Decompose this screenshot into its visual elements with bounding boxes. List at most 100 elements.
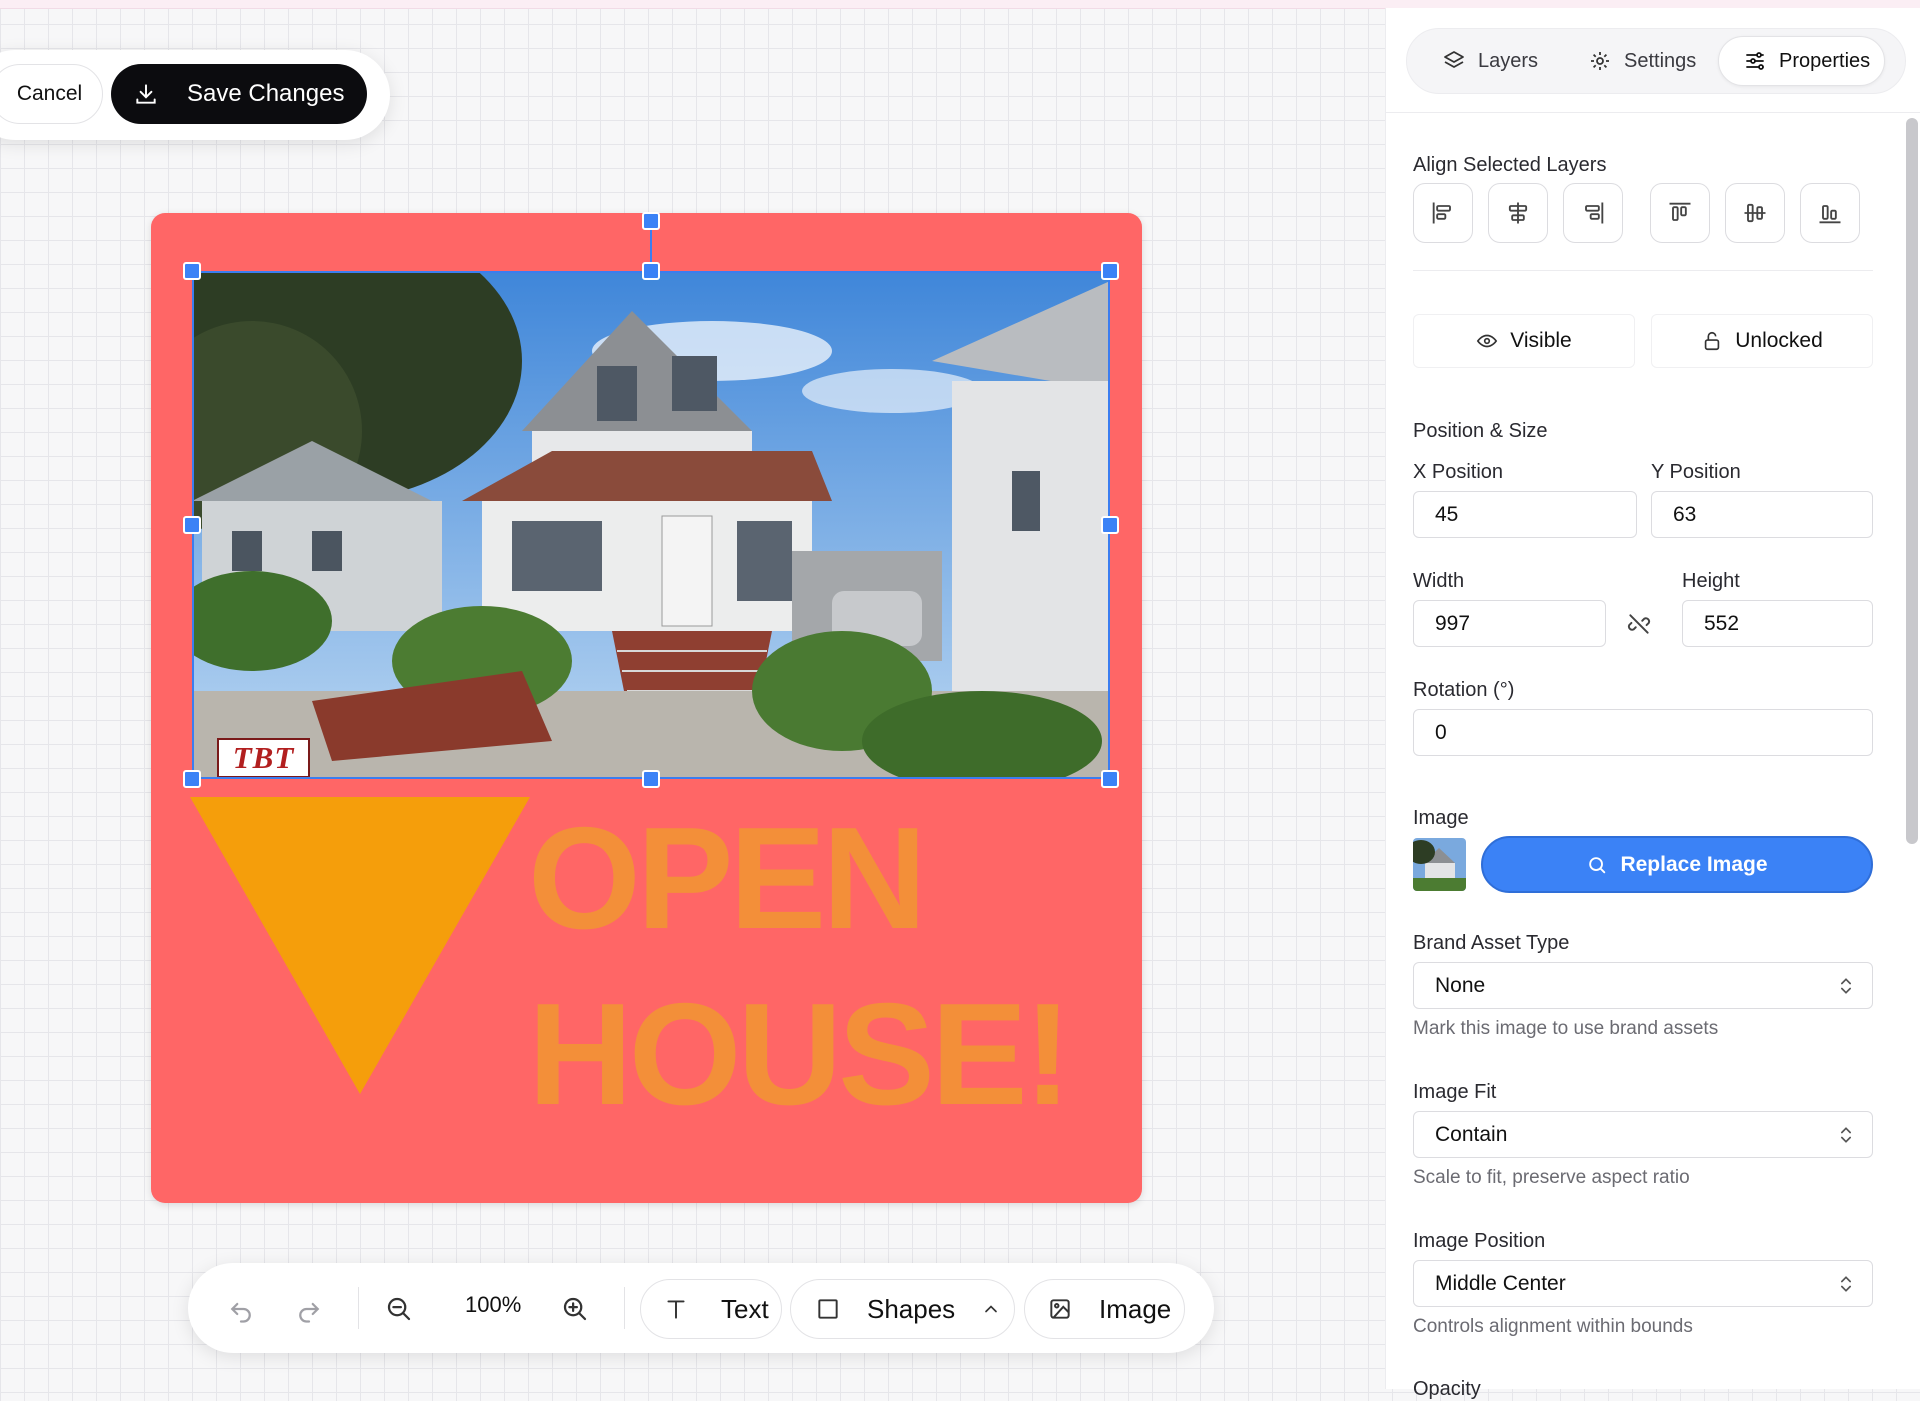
align-bottom-icon bbox=[1819, 205, 1841, 224]
sliders-icon bbox=[1746, 52, 1764, 70]
chevron-updown-icon bbox=[1841, 977, 1851, 994]
add-image-button[interactable]: Image bbox=[1024, 1279, 1185, 1339]
zoom-out-icon[interactable] bbox=[384, 1294, 414, 1324]
opacity-label: Opacity bbox=[1413, 1378, 1481, 1400]
lock-toggle[interactable]: Unlocked bbox=[1651, 314, 1873, 368]
align-top-icon bbox=[1669, 202, 1691, 221]
replace-image-button[interactable]: Replace Image bbox=[1481, 836, 1873, 893]
house-photo[interactable] bbox=[192, 271, 1110, 779]
rotation-label: Rotation (°) bbox=[1413, 679, 1515, 701]
image-fit-hint: Scale to fit, preserve aspect ratio bbox=[1413, 1167, 1690, 1188]
triangle-shape[interactable] bbox=[190, 797, 530, 1097]
layers-icon bbox=[1444, 51, 1464, 68]
image-thumbnail bbox=[1413, 838, 1466, 891]
image-position-hint: Controls alignment within bounds bbox=[1413, 1316, 1693, 1337]
y-position-label: Y Position bbox=[1651, 461, 1741, 483]
replace-image-label: Replace Image bbox=[1620, 852, 1768, 876]
tab-properties[interactable]: Properties bbox=[1718, 36, 1886, 86]
toolbar-divider bbox=[624, 1287, 625, 1329]
resize-handle-top-center[interactable] bbox=[642, 262, 660, 280]
align-left-button[interactable] bbox=[1413, 183, 1473, 243]
align-right-button[interactable] bbox=[1563, 183, 1623, 243]
visibility-toggle[interactable]: Visible bbox=[1413, 314, 1635, 368]
unlink-icon[interactable] bbox=[1626, 611, 1652, 637]
resize-handle-middle-right[interactable] bbox=[1101, 516, 1119, 534]
visible-label: Visible bbox=[1510, 329, 1572, 352]
align-bottom-button[interactable] bbox=[1800, 183, 1860, 243]
download-icon bbox=[136, 84, 156, 104]
image-fit-select[interactable]: Contain bbox=[1413, 1111, 1873, 1158]
unlock-icon bbox=[1704, 331, 1720, 351]
position-size-title: Position & Size bbox=[1413, 420, 1548, 442]
logo-text: TBT bbox=[232, 740, 295, 775]
tbt-logo: TBT bbox=[217, 738, 310, 778]
tab-properties-label: Properties bbox=[1779, 49, 1871, 72]
align-title: Align Selected Layers bbox=[1413, 154, 1607, 176]
x-position-label: X Position bbox=[1413, 461, 1504, 483]
height-label: Height bbox=[1682, 570, 1740, 592]
resize-handle-bottom-right[interactable] bbox=[1101, 770, 1119, 788]
save-label: Save Changes bbox=[187, 80, 345, 107]
text-label: Text bbox=[721, 1293, 769, 1324]
chevron-updown-icon bbox=[1841, 1275, 1851, 1292]
brand-asset-label: Brand Asset Type bbox=[1413, 932, 1570, 954]
image-position-value: Middle Center bbox=[1435, 1271, 1566, 1295]
unlocked-label: Unlocked bbox=[1735, 329, 1823, 352]
image-fit-value: Contain bbox=[1435, 1122, 1508, 1146]
tab-settings-label: Settings bbox=[1624, 49, 1697, 72]
resize-handle-top-right[interactable] bbox=[1101, 262, 1119, 280]
image-label: Image bbox=[1413, 807, 1469, 829]
height-input[interactable]: 552 bbox=[1682, 600, 1873, 647]
resize-handle-top-left[interactable] bbox=[183, 262, 201, 280]
zoom-in-icon[interactable] bbox=[560, 1294, 590, 1324]
shapes-button[interactable]: Shapes bbox=[790, 1279, 1015, 1339]
brand-asset-hint: Mark this image to use brand assets bbox=[1413, 1018, 1719, 1039]
align-center-v-button[interactable] bbox=[1725, 183, 1785, 243]
headline-line-1: OPEN bbox=[528, 797, 927, 959]
tab-layers-label: Layers bbox=[1478, 49, 1539, 72]
square-icon bbox=[818, 1299, 838, 1319]
image-icon bbox=[1050, 1299, 1070, 1319]
headline-text[interactable]: OPEN HOUSE! bbox=[528, 790, 1128, 1142]
search-icon bbox=[1589, 856, 1606, 873]
cancel-button[interactable]: Cancel bbox=[0, 64, 103, 124]
image-position-select[interactable]: Middle Center bbox=[1413, 1260, 1873, 1307]
add-text-button[interactable]: Text bbox=[640, 1279, 782, 1339]
image-label: Image bbox=[1099, 1293, 1172, 1324]
tab-settings[interactable]: Settings bbox=[1588, 36, 1696, 86]
y-position-input[interactable]: 63 bbox=[1651, 491, 1873, 538]
align-right-icon bbox=[1585, 202, 1604, 224]
align-center-horizontal-icon bbox=[1508, 202, 1528, 224]
chevron-updown-icon bbox=[1841, 1126, 1851, 1143]
chevron-up-icon bbox=[985, 1305, 998, 1313]
toolbar-divider bbox=[358, 1287, 359, 1329]
align-center-vertical-icon bbox=[1744, 203, 1766, 223]
image-position-label: Image Position bbox=[1413, 1230, 1546, 1252]
image-fit-label: Image Fit bbox=[1413, 1081, 1497, 1103]
width-label: Width bbox=[1413, 570, 1465, 592]
panel-header-divider bbox=[1386, 112, 1920, 113]
cancel-label: Cancel bbox=[16, 82, 83, 105]
headline-line-2: HOUSE! bbox=[528, 973, 1072, 1135]
resize-handle-bottom-left[interactable] bbox=[183, 770, 201, 788]
redo-icon[interactable] bbox=[294, 1294, 324, 1324]
rotate-handle[interactable] bbox=[642, 212, 660, 230]
x-position-input[interactable]: 45 bbox=[1413, 491, 1637, 538]
resize-handle-bottom-center[interactable] bbox=[642, 770, 660, 788]
align-center-h-button[interactable] bbox=[1488, 183, 1548, 243]
rotation-input[interactable]: 0 bbox=[1413, 709, 1873, 756]
resize-handle-middle-left[interactable] bbox=[183, 516, 201, 534]
section-divider bbox=[1413, 270, 1873, 271]
width-input[interactable]: 997 bbox=[1413, 600, 1606, 647]
save-changes-button[interactable]: Save Changes bbox=[111, 64, 367, 124]
panel-scrollbar[interactable] bbox=[1906, 118, 1918, 844]
brand-asset-select[interactable]: None bbox=[1413, 962, 1873, 1009]
text-icon bbox=[667, 1300, 685, 1319]
align-top-button[interactable] bbox=[1650, 183, 1710, 243]
eye-icon bbox=[1477, 334, 1498, 348]
shapes-label: Shapes bbox=[867, 1293, 956, 1324]
tab-layers[interactable]: Layers bbox=[1442, 36, 1538, 86]
brand-asset-value: None bbox=[1435, 973, 1486, 997]
gear-icon bbox=[1591, 52, 1609, 70]
undo-icon[interactable] bbox=[226, 1294, 256, 1324]
